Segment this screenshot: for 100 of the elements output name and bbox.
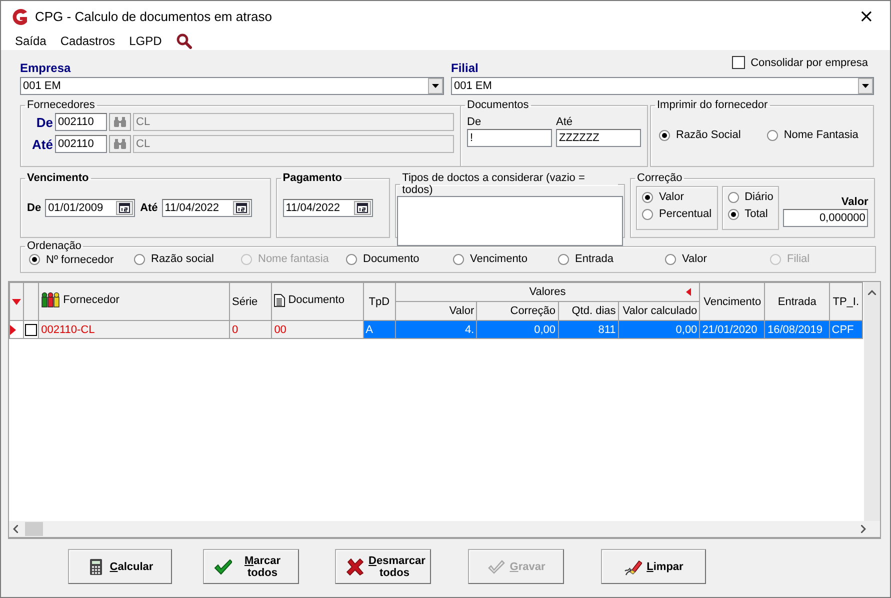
collapse-arrow-icon [686, 288, 692, 296]
table-cell: 16/08/2019 [764, 320, 830, 338]
binoculars-icon [114, 117, 126, 127]
input-field: CL [133, 135, 454, 153]
date-field[interactable]: 01/01/2009 [45, 199, 136, 217]
action-button[interactable]: Marcar todos [203, 549, 299, 584]
action-button: Gravar [468, 549, 564, 584]
scroll-thumb[interactable] [25, 522, 43, 536]
radio-button[interactable]: Diário [728, 191, 774, 203]
radio-button[interactable]: Valor [642, 191, 712, 203]
input-field[interactable]: 002110 [55, 113, 107, 131]
field-label: Até [556, 116, 574, 128]
checkmark-icon [486, 558, 505, 576]
column-header[interactable]: Série [230, 282, 272, 320]
window-title: CPG - Calculo de documentos em atraso [35, 9, 273, 24]
horizontal-scrollbar[interactable] [9, 521, 880, 537]
app-logo-icon [11, 8, 29, 26]
field-label: Filial [451, 61, 478, 75]
table-cell: 002110-CL [38, 320, 230, 338]
calendar-button[interactable] [232, 201, 250, 215]
menu-item[interactable]: Saída [15, 34, 46, 48]
dropdown-field[interactable]: 001 EM [451, 77, 874, 95]
action-button[interactable]: Limpar [601, 549, 706, 584]
group-title: Imprimir do fornecedor [657, 99, 768, 111]
dropdown-arrow-icon [862, 84, 869, 88]
column-header[interactable]: Valor calculado [618, 302, 700, 320]
column-header[interactable]: Qtd. dias [558, 302, 618, 320]
radio-button[interactable]: Valor [665, 253, 707, 265]
vertical-scrollbar[interactable] [864, 282, 880, 521]
radio-button[interactable]: Razão Social [659, 129, 741, 141]
group-title: Ordenação [27, 240, 82, 252]
checkmark-icon [214, 558, 232, 576]
radio-button[interactable]: Total [728, 208, 774, 220]
field-label: De [35, 114, 53, 130]
menu-item[interactable]: LGPD [129, 34, 162, 48]
calendar-button[interactable] [354, 201, 371, 215]
dropdown-arrow-icon [432, 84, 439, 88]
cross-icon [346, 558, 364, 576]
field-label: De [27, 202, 42, 214]
column-header-group: Valores [529, 286, 566, 298]
scroll-right-icon [861, 525, 866, 533]
table-cell: CPF [829, 320, 862, 338]
input-field[interactable]: ZZZZZZ [556, 129, 641, 147]
search-button[interactable] [109, 113, 131, 131]
table-cell: 0,00 [618, 320, 700, 338]
search-button[interactable] [109, 135, 131, 153]
radio-button[interactable]: Vencimento [453, 253, 528, 265]
input-field: CL [133, 113, 454, 131]
field-label: Valor [841, 196, 868, 208]
action-button[interactable]: Desmarcar todos [335, 549, 431, 584]
group-title: Documentos [467, 99, 529, 111]
column-header[interactable]: Correção [476, 302, 558, 320]
document-icon [274, 294, 286, 306]
group-title: Pagamento [282, 172, 342, 184]
search-icon[interactable] [176, 33, 192, 49]
calendar-button[interactable] [116, 201, 134, 215]
table-cell: 21/01/2020 [700, 320, 765, 338]
row-pointer-icon [10, 324, 16, 334]
sort-arrow-icon [12, 298, 21, 304]
table-cell: A [363, 320, 396, 338]
radio-button[interactable]: Entrada [558, 253, 614, 265]
calendar-icon [236, 203, 247, 213]
input-field[interactable]: 0,000000 [783, 209, 868, 227]
date-field[interactable]: 11/04/2022 [162, 199, 252, 217]
people-icon [41, 292, 60, 308]
radio-button[interactable]: Razão social [134, 253, 214, 265]
close-button[interactable]: × [852, 8, 880, 26]
calendar-icon [356, 203, 368, 213]
table-cell: 4. [395, 320, 477, 338]
checkbox[interactable] [25, 324, 38, 336]
input-field[interactable]: ! [467, 129, 552, 147]
radio-button[interactable]: Percentual [642, 208, 712, 220]
eraser-icon [624, 558, 642, 576]
table-cell: 0,00 [476, 320, 558, 338]
binoculars-icon [114, 139, 126, 149]
dropdown-field[interactable]: 001 EM [20, 77, 444, 95]
group-title: Correção [637, 172, 682, 184]
field-label: Até [140, 202, 158, 214]
column-header[interactable]: TpD [363, 282, 396, 320]
field-label: De [467, 116, 482, 128]
action-button[interactable]: Calcular [68, 549, 172, 584]
column-header[interactable]: Documento [288, 294, 344, 306]
column-header[interactable]: TP_I. [829, 282, 862, 320]
field-label: Empresa [20, 61, 71, 75]
column-header[interactable]: Vencimento [700, 282, 765, 320]
group-title: Vencimento [27, 172, 89, 184]
date-field[interactable]: 11/04/2022 [282, 199, 373, 217]
table-cell: 0 [230, 320, 272, 338]
text-area[interactable] [397, 196, 623, 246]
scroll-left-icon [13, 525, 18, 533]
input-field[interactable]: 002110 [55, 135, 107, 153]
menu-item[interactable]: Cadastros [60, 34, 116, 48]
checkbox[interactable]: Consolidar por empresa [732, 56, 868, 69]
scroll-up-icon [868, 290, 876, 295]
radio-button[interactable]: Documento [346, 253, 420, 265]
radio-button[interactable]: Nº fornecedor [29, 254, 114, 266]
column-header[interactable]: Entrada [764, 282, 830, 320]
radio-button[interactable]: Nome Fantasia [766, 129, 858, 141]
column-header[interactable]: Fornecedor [63, 294, 120, 306]
column-header[interactable]: Valor [395, 302, 477, 320]
